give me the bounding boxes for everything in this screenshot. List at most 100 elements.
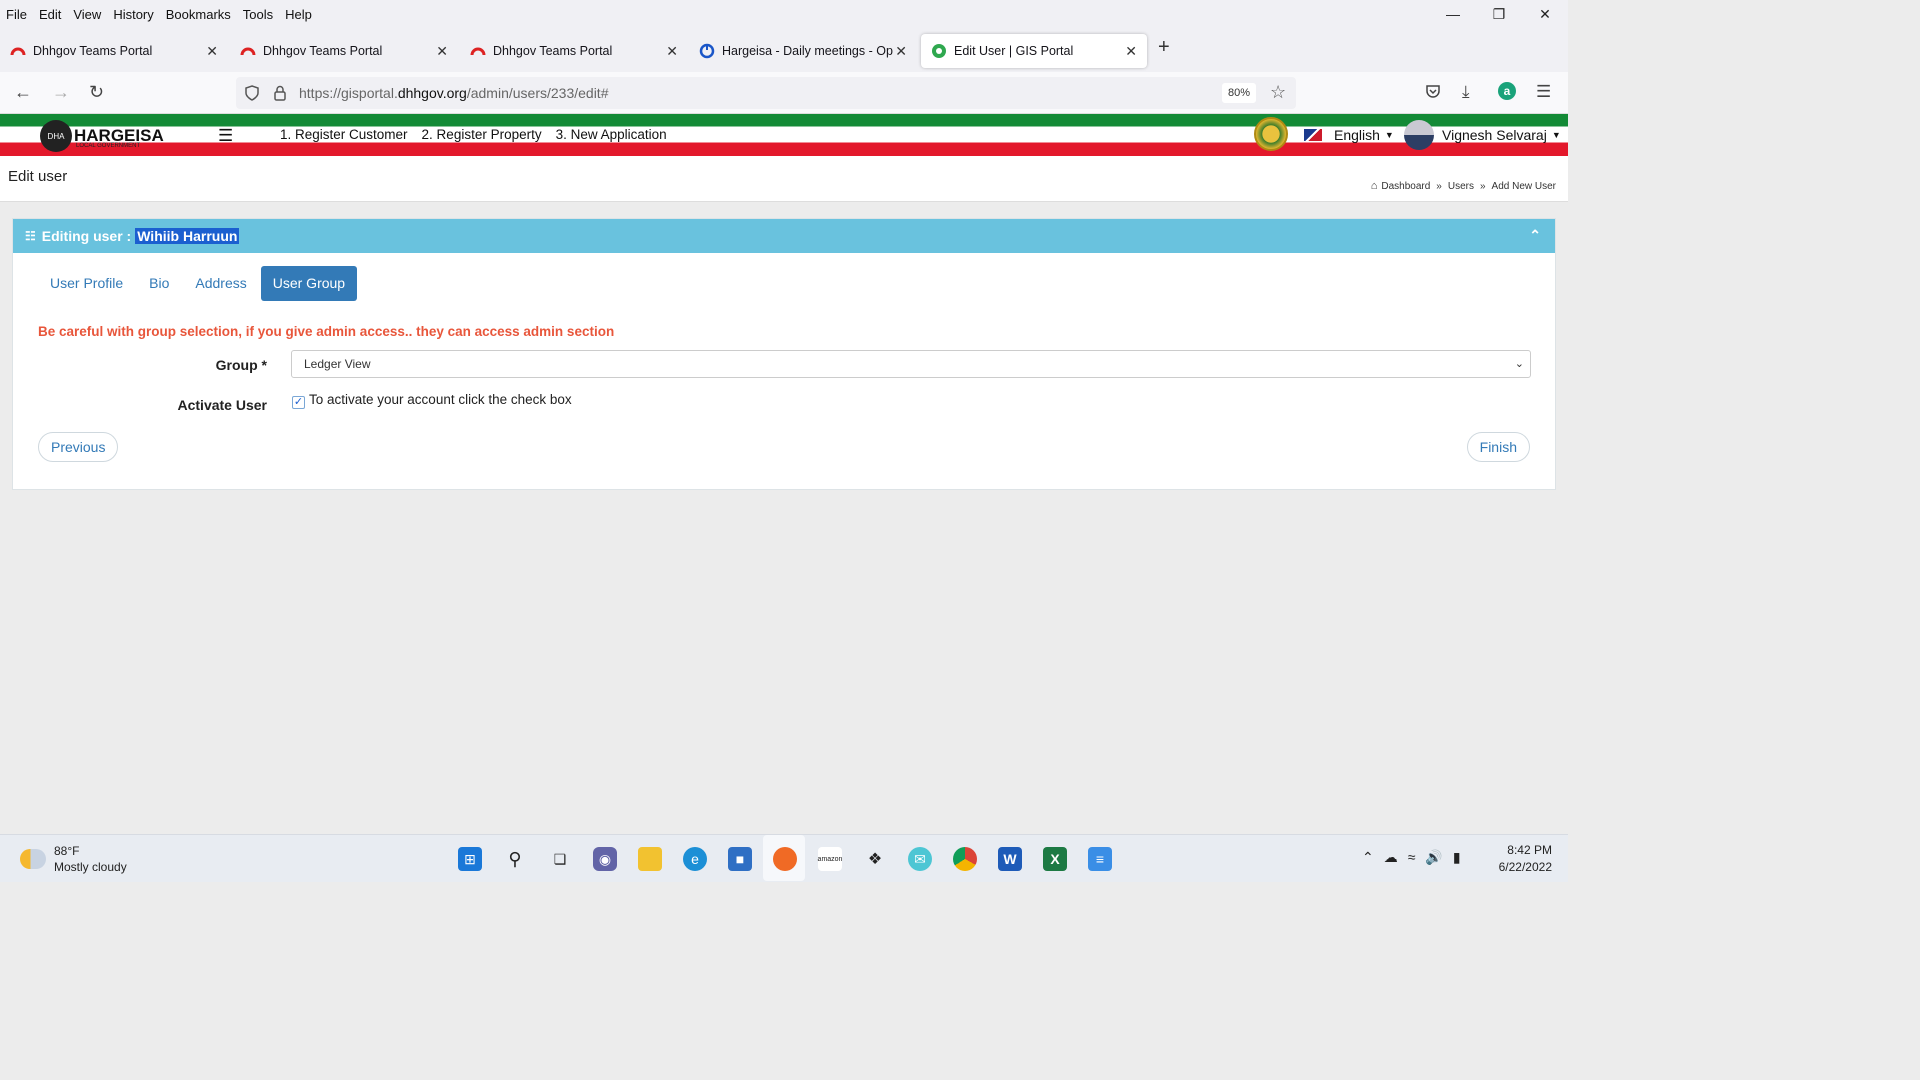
close-tab-icon[interactable]: ✕	[895, 43, 907, 60]
tab-label: Hargeisa - Daily meetings - Op	[722, 44, 893, 58]
menu-history[interactable]: History	[113, 7, 153, 22]
excel-icon[interactable]: X	[1043, 847, 1067, 871]
previous-button[interactable]: Previous	[38, 432, 119, 462]
tab-label: Edit User | GIS Portal	[954, 44, 1074, 58]
firefox-icon[interactable]	[773, 847, 797, 871]
close-tab-icon[interactable]: ✕	[436, 43, 448, 60]
menu-bookmarks[interactable]: Bookmarks	[166, 7, 231, 22]
ms-store-icon[interactable]: ■	[728, 847, 752, 871]
shield-icon[interactable]	[244, 85, 260, 101]
battery-icon[interactable]: ▮	[1453, 849, 1461, 866]
logo-subtext: LOCAL GOVERNMENT	[76, 143, 141, 149]
windows-start-icon[interactable]: ⊞	[458, 847, 482, 871]
notepad-icon[interactable]: ≡	[1088, 847, 1112, 871]
link-register-property[interactable]: 2. Register Property	[422, 127, 542, 142]
language-selector[interactable]: English ▼	[1304, 127, 1394, 143]
panel-username: Wihiib Harruun	[135, 228, 240, 244]
tab-user-group[interactable]: User Group	[260, 266, 358, 301]
bookmark-star-icon[interactable]: ☆	[1270, 82, 1286, 103]
close-tab-icon[interactable]: ✕	[1125, 43, 1137, 60]
url-text[interactable]: https://gisportal.dhhgov.org/admin/users…	[299, 85, 608, 101]
chevron-up-icon[interactable]: ⌃	[1362, 849, 1374, 866]
user-menu[interactable]: Vignesh Selvaraj ▼	[1404, 120, 1561, 150]
teams-chat-icon[interactable]: ◉	[593, 847, 617, 871]
user-tabs: User Profile Bio Address User Group	[38, 266, 359, 301]
link-register-customer[interactable]: 1. Register Customer	[280, 127, 408, 142]
group-select[interactable]: Ledger View ⌄	[291, 350, 1531, 378]
tab-bio[interactable]: Bio	[137, 266, 181, 301]
collapse-chevron-up-icon[interactable]: ⌃	[1529, 227, 1541, 244]
finish-button[interactable]: Finish	[1466, 432, 1530, 462]
sidebar-toggle-icon[interactable]: ☰	[218, 126, 233, 146]
wifi-icon[interactable]: ≈	[1408, 849, 1416, 866]
app-header: DHA HARGEISA LOCAL GOVERNMENT ☰ 1. Regis…	[0, 114, 1568, 156]
onedrive-cloud-icon[interactable]: ☁	[1384, 849, 1398, 866]
clock-date: 6/22/2022	[1498, 860, 1552, 874]
word-icon[interactable]: W	[998, 847, 1022, 871]
lock-icon[interactable]	[273, 85, 287, 101]
window-controls: — ❐ ✕	[1430, 0, 1568, 28]
dhhgov-icon	[240, 47, 256, 56]
group-label: Group *	[215, 357, 267, 373]
task-view-icon[interactable]: ❏	[548, 847, 572, 871]
menu-help[interactable]: Help	[285, 7, 312, 22]
dhhgov-icon	[10, 47, 26, 56]
browser-tab-3[interactable]: Dhhgov Teams Portal ✕	[460, 34, 688, 68]
search-icon[interactable]: ⚲	[503, 847, 527, 871]
breadcrumb-users[interactable]: Users	[1448, 181, 1474, 192]
language-label: English	[1334, 127, 1380, 143]
activate-user-checkbox[interactable]: ✓	[292, 396, 305, 409]
chevron-down-icon: ⌄	[1514, 358, 1524, 370]
chrome-icon[interactable]	[953, 847, 977, 871]
download-icon[interactable]: ⤓	[1462, 82, 1470, 102]
dhhgov-icon	[470, 47, 486, 56]
url-bar[interactable]: https://gisportal.dhhgov.org/admin/users…	[236, 77, 1296, 109]
link-new-application[interactable]: 3. New Application	[556, 127, 667, 142]
file-explorer-icon[interactable]	[638, 847, 662, 871]
breadcrumb-add-new-user: Add New User	[1491, 180, 1556, 192]
tab-label: Dhhgov Teams Portal	[493, 44, 613, 58]
gis-icon	[932, 44, 946, 58]
browser-tab-1[interactable]: Dhhgov Teams Portal ✕	[0, 34, 228, 68]
caret-down-icon: ▼	[1551, 130, 1561, 140]
tab-user-profile[interactable]: User Profile	[38, 266, 135, 301]
panel-heading: Editing user :	[41, 228, 132, 244]
volume-icon[interactable]: 🔊	[1425, 849, 1442, 866]
amazon-icon[interactable]: amazon	[818, 847, 842, 871]
breadcrumb-dashboard[interactable]: Dashboard	[1381, 181, 1430, 192]
tab-bar: Dhhgov Teams Portal ✕ Dhhgov Teams Porta…	[0, 28, 1568, 72]
system-tray: ⌃ ☁ ≈ 🔊 ▮	[1362, 849, 1471, 866]
activate-user-text: To activate your account click the check…	[309, 392, 572, 407]
menu-view[interactable]: View	[73, 7, 101, 22]
openproject-icon	[699, 43, 715, 59]
minimize-button[interactable]: —	[1430, 0, 1476, 28]
url-path: /admin/users/233/edit#	[466, 85, 609, 101]
forward-arrow-icon[interactable]: →	[52, 82, 70, 103]
menu-edit[interactable]: Edit	[39, 7, 61, 22]
restore-button[interactable]: ❐	[1476, 0, 1522, 28]
close-tab-icon[interactable]: ✕	[206, 43, 218, 60]
browser-tab-5-active[interactable]: Edit User | GIS Portal ✕	[921, 34, 1147, 68]
close-window-button[interactable]: ✕	[1522, 0, 1568, 28]
weather-widget[interactable]: 88°F Mostly cloudy	[20, 843, 127, 875]
edge-icon[interactable]: e	[683, 847, 707, 871]
hargeisa-logo[interactable]: DHA HARGEISA LOCAL GOVERNMENT	[40, 120, 164, 152]
back-arrow-icon[interactable]: ←	[14, 82, 32, 103]
reload-icon[interactable]: ↻	[89, 82, 104, 103]
zoom-level[interactable]: 80%	[1222, 83, 1257, 103]
messenger-icon[interactable]: ✉	[908, 847, 932, 871]
close-tab-icon[interactable]: ✕	[666, 43, 678, 60]
hamburger-menu-icon[interactable]: ☰	[1536, 82, 1551, 102]
browser-tab-4[interactable]: Hargeisa - Daily meetings - Op ✕	[689, 34, 917, 68]
dropbox-icon[interactable]: ❖	[863, 847, 887, 871]
new-tab-button[interactable]: +	[1158, 36, 1170, 59]
extension-a-icon[interactable]: a	[1498, 82, 1516, 100]
menu-tools[interactable]: Tools	[243, 7, 273, 22]
logo-badge: DHA	[40, 120, 72, 152]
browser-tab-2[interactable]: Dhhgov Teams Portal ✕	[230, 34, 458, 68]
tab-address[interactable]: Address	[183, 266, 258, 301]
pocket-icon[interactable]	[1424, 82, 1442, 100]
menu-file[interactable]: File	[6, 7, 27, 22]
header-links: 1. Register Customer 2. Register Propert…	[280, 127, 681, 142]
clock[interactable]: 8:42 PM 6/22/2022	[1499, 842, 1552, 876]
